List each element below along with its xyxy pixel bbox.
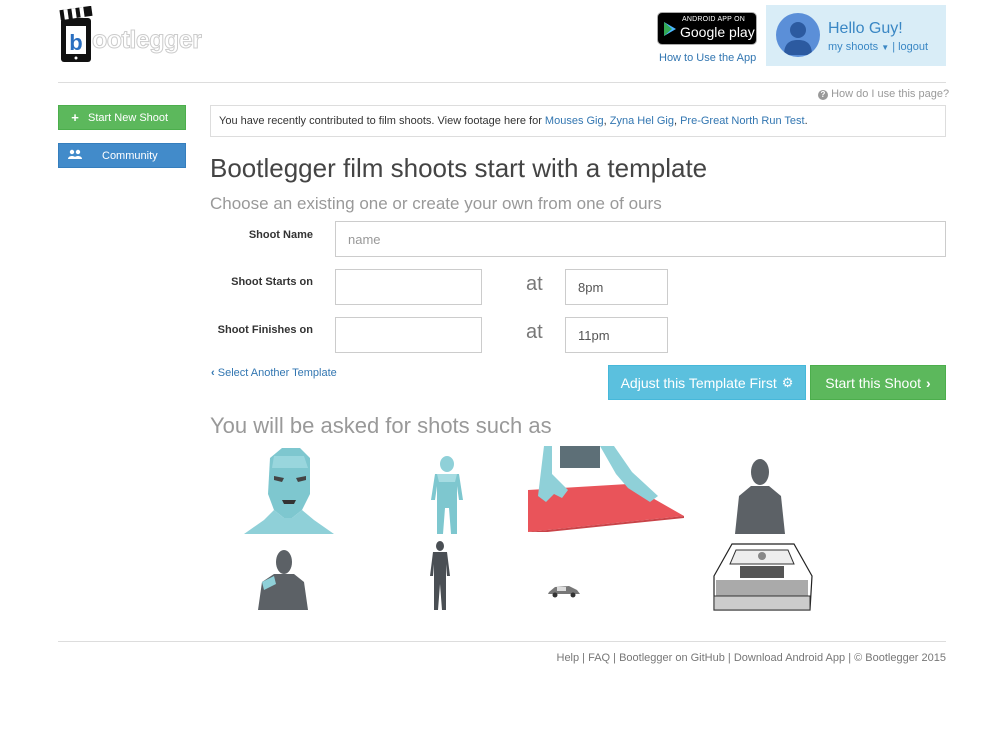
shoot-name-input[interactable]: name <box>335 221 946 257</box>
community-label: Community <box>102 149 158 162</box>
shoot-name-label: Shoot Name <box>248 229 313 241</box>
shot-shoulder-silhouette <box>258 550 308 610</box>
user-icon <box>784 22 812 55</box>
finish-time-input[interactable]: 11pm <box>565 317 668 353</box>
caret-down-icon: ▼ <box>881 43 890 52</box>
page-subtitle: Choose an existing one or create your ow… <box>210 194 662 213</box>
shot-small-car <box>548 586 580 598</box>
notice-link-mouses-gig[interactable]: Mouses Gig <box>545 115 604 127</box>
adjust-template-button[interactable]: Adjust this Template First ⚙ <box>608 365 806 400</box>
shot-head-shoulders <box>735 459 785 534</box>
my-shoots-link[interactable]: my shoots <box>828 41 878 53</box>
play-store-icon <box>664 22 676 36</box>
help-link[interactable]: ? How do I use this page? <box>818 88 949 100</box>
user-links: my shoots ▼ | logout <box>828 41 928 53</box>
user-panel: Hello Guy! my shoots ▼ | logout <box>766 5 946 66</box>
shot-face-closeup <box>244 448 334 534</box>
notice-link-zyna-hel-gig[interactable]: Zyna Hel Gig <box>610 115 674 127</box>
svg-text:b: b <box>69 30 82 55</box>
shot-car-interior <box>713 543 813 611</box>
start-shoot-button[interactable]: Start this Shoot › <box>810 365 946 400</box>
notice-link-pre-great-north-run[interactable]: Pre-Great North Run Test <box>680 115 805 127</box>
logo-wordmark: ootlegger <box>91 26 202 55</box>
bootlegger-logo[interactable]: b bootlegger ootlegger <box>58 5 218 64</box>
start-new-shoot-label: Start New Shoot <box>88 111 169 124</box>
google-play-badge[interactable]: ANDROID APP ON Google play <box>657 12 757 45</box>
shot-hands-table <box>528 446 684 532</box>
community-button[interactable]: Community <box>58 143 186 168</box>
header-divider <box>58 82 946 83</box>
finish-date-input[interactable] <box>335 317 482 353</box>
footer-links[interactable]: Help | FAQ | Bootlegger on GitHub | Down… <box>557 652 947 664</box>
separator: | <box>892 41 896 53</box>
at-label: at <box>526 321 543 343</box>
question-circle-icon: ? <box>818 90 828 100</box>
chevron-left-icon: ‹ <box>211 367 215 379</box>
select-template-label: Select Another Template <box>217 367 337 379</box>
logout-link[interactable]: logout <box>898 41 928 53</box>
shoot-finishes-label: Shoot Finishes on <box>217 324 313 336</box>
contribution-notice: You have recently contributed to film sh… <box>210 105 946 137</box>
select-another-template-link[interactable]: ‹ Select Another Template <box>211 367 337 379</box>
gear-icon: ⚙ <box>781 374 794 390</box>
shoot-starts-label: Shoot Starts on <box>231 276 313 288</box>
shots-title: You will be asked for shots such as <box>210 413 552 438</box>
page-title: Bootlegger film shoots start with a temp… <box>210 153 708 183</box>
how-to-use-link[interactable]: How to Use the App <box>659 52 756 64</box>
help-link-label: How do I use this page? <box>831 88 950 100</box>
footer-divider <box>58 641 946 642</box>
start-date-input[interactable] <box>335 269 482 305</box>
shot-full-body <box>431 456 463 534</box>
at-label: at <box>526 273 543 295</box>
users-icon <box>64 148 86 163</box>
notice-end: . <box>804 115 808 127</box>
avatar <box>776 13 820 57</box>
shot-standing-figure <box>430 541 450 610</box>
play-badge-big-text: Google play <box>680 24 755 40</box>
start-shoot-label: Start this Shoot <box>825 374 922 391</box>
start-new-shoot-button[interactable]: + Start New Shoot <box>58 105 186 130</box>
notice-text: You have recently contributed to film sh… <box>219 115 545 127</box>
chevron-right-icon: › <box>926 374 931 391</box>
adjust-template-label: Adjust this Template First <box>620 374 777 391</box>
start-time-input[interactable]: 8pm <box>565 269 668 305</box>
plus-icon: + <box>71 110 79 125</box>
greeting: Hello Guy! <box>828 20 903 37</box>
play-badge-small-text: ANDROID APP ON <box>682 16 745 23</box>
